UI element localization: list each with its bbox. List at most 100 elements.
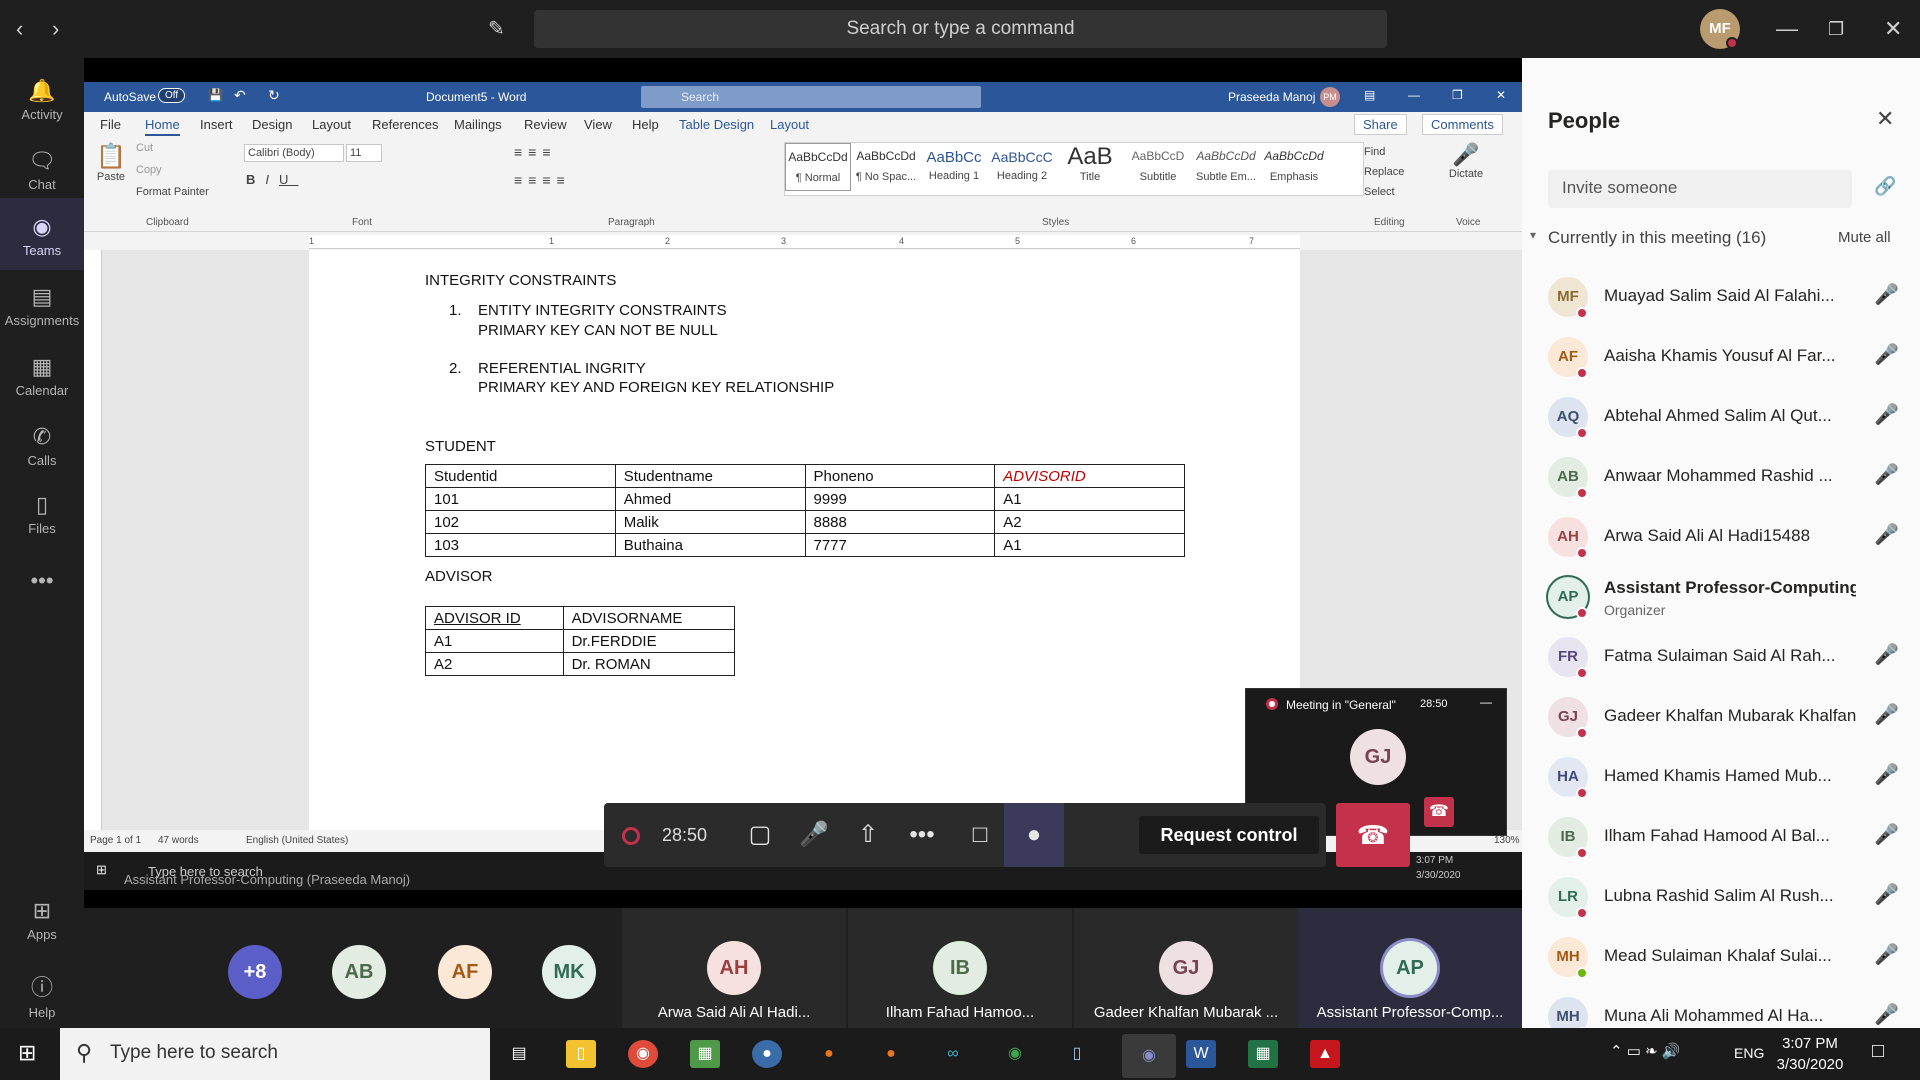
rail-calendar[interactable]: ▦ Calendar [0, 348, 84, 410]
tab-table-layout[interactable]: Layout [770, 117, 809, 132]
rail-teams[interactable]: ◉ Teams [0, 198, 84, 270]
acrobat-icon[interactable]: ▲ [1310, 1040, 1340, 1068]
participant-row[interactable]: IB Ilham Fahad Hamood Al Bal... 🎤 [1522, 810, 1920, 870]
align-buttons[interactable]: ≡≡≡≡ [514, 172, 571, 188]
comments-button[interactable]: Comments [1422, 114, 1503, 135]
undo-icon[interactable]: ↶ [234, 87, 246, 104]
style-heading-2[interactable]: AaBbCcC Heading 2 [989, 143, 1055, 191]
rail-assignments[interactable]: ▤ Assignments [0, 278, 84, 340]
mic-muted-icon[interactable]: 🎤 [1874, 462, 1899, 487]
tab-home[interactable]: Home [145, 117, 180, 136]
participant-row[interactable]: AB Anwaar Mohammed Rashid ... 🎤 [1522, 450, 1920, 510]
format-painter-button[interactable]: Format Painter [136, 186, 209, 198]
app-icon[interactable]: ▯ [1062, 1040, 1092, 1068]
autosave-toggle[interactable]: Off [158, 88, 186, 103]
advisor-table[interactable]: ADVISOR ID ADVISORNAME A1 Dr.FERDDIE A2 … [425, 606, 736, 676]
share-screen-icon[interactable]: ⇧ [838, 803, 898, 867]
collapse-chevron-icon[interactable]: ▾ [1530, 228, 1536, 242]
share-button[interactable]: Share [1354, 114, 1407, 135]
chat-toggle-icon[interactable]: □ [950, 803, 1010, 867]
mic-muted-icon[interactable]: 🎤 [1874, 882, 1899, 907]
tab-review[interactable]: Review [524, 117, 567, 132]
participant-row[interactable]: AP Assistant Professor-Computing ... Organ… [1522, 570, 1920, 630]
command-search-box[interactable]: Search or type a command [534, 10, 1387, 48]
compose-icon[interactable]: ✎ [488, 0, 505, 58]
style-emphasis[interactable]: AaBbCcDd Emphasis [1261, 143, 1327, 191]
mic-muted-icon[interactable]: 🎤 [1874, 702, 1899, 727]
word-maximize-icon[interactable]: ❐ [1452, 88, 1463, 102]
hang-up-button[interactable]: ☎ [1336, 803, 1410, 867]
select-button[interactable]: Select [1364, 186, 1395, 198]
app-icon[interactable]: ● [752, 1040, 782, 1068]
rail-apps[interactable]: ⊞ Apps [0, 898, 84, 960]
more-actions-icon[interactable]: ••• [892, 803, 952, 867]
style-no-spacing[interactable]: AaBbCcDd ¶ No Spac... [853, 143, 919, 191]
mic-muted-icon[interactable]: 🎤 [1874, 642, 1899, 667]
replace-button[interactable]: Replace [1364, 166, 1404, 178]
participant-row[interactable]: AH Arwa Said Ali Al Hadi15488 🎤 [1522, 510, 1920, 570]
language[interactable]: English (United States) [246, 835, 348, 846]
rail-activity[interactable]: 🔔 Activity [0, 68, 84, 130]
participant-row[interactable]: HA Hamed Khamis Hamed Mub... 🎤 [1522, 750, 1920, 810]
font-name-select[interactable]: Calibri (Body) [244, 144, 344, 162]
style-subtitle[interactable]: AaBbCcD Subtitle [1125, 143, 1191, 191]
document-page[interactable]: INTEGRITY CONSTRAINTS 1. ENTITY INTEGRIT… [309, 250, 1300, 850]
rail-files[interactable]: ▯ Files [0, 486, 84, 548]
participant-row[interactable]: AQ Abtehal Ahmed Salim Al Qut... 🎤 [1522, 390, 1920, 450]
style-normal[interactable]: AaBbCcDd ¶ Normal [785, 143, 851, 191]
request-control-button[interactable]: Request control [1139, 816, 1319, 854]
word-close-icon[interactable]: ✕ [1496, 88, 1506, 102]
participant-row[interactable]: FR Fatma Sulaiman Said Al Rah... 🎤 [1522, 630, 1920, 690]
participant-row[interactable]: GJ Gadeer Khalfan Mubarak Khalfan ... 🎤 [1522, 690, 1920, 750]
rail-chat[interactable]: 🗨 Chat [0, 138, 84, 200]
style-title[interactable]: AaB Title [1057, 143, 1123, 191]
list-buttons[interactable]: ≡≡≡ [514, 144, 557, 160]
tab-view[interactable]: View [584, 117, 612, 132]
tab-insert[interactable]: Insert [200, 117, 233, 132]
app-icon[interactable]: ∞ [938, 1040, 968, 1068]
app-icon[interactable]: ● [876, 1040, 906, 1068]
zoom-level[interactable]: 130% [1494, 835, 1520, 846]
mic-muted-icon[interactable]: 🎤 [1874, 282, 1899, 307]
app-icon[interactable]: ▦ [1248, 1040, 1278, 1068]
redo-icon[interactable]: ↻ [268, 87, 280, 104]
tab-file[interactable]: File [100, 117, 121, 132]
mic-muted-icon[interactable]: 🎤 [1874, 1002, 1899, 1027]
participants-icon[interactable]: ● [1004, 803, 1064, 867]
back-arrow-icon[interactable]: ‹ [16, 0, 23, 58]
student-table[interactable]: Studentid Studentname Phoneno ADVISORID … [425, 464, 1185, 557]
participant-row[interactable]: MF Muayad Salim Said Al Falahi... 🎤 [1522, 270, 1920, 330]
participant-tile[interactable]: GJ Gadeer Khalfan Mubarak ... [1074, 908, 1298, 1028]
tab-layout[interactable]: Layout [312, 117, 351, 132]
forward-arrow-icon[interactable]: › [52, 0, 59, 58]
paste-button[interactable]: 📋 Paste [94, 142, 128, 192]
participant-tile[interactable]: AH Arwa Said Ali Al Hadi... [622, 908, 846, 1028]
participant-row[interactable]: LR Lubna Rashid Salim Al Rush... 🎤 [1522, 870, 1920, 930]
close-panel-icon[interactable]: ✕ [1876, 106, 1894, 132]
overflow-participants[interactable]: +8 [228, 945, 282, 999]
meeting-section-header[interactable]: Currently in this meeting (16) [1548, 228, 1766, 248]
tab-mailings[interactable]: Mailings [454, 117, 502, 132]
app-icon[interactable]: ▦ [690, 1040, 720, 1068]
participant-row[interactable]: MH Mead Sulaiman Khalaf Sulai... 🎤 [1522, 930, 1920, 990]
word-taskbar-icon[interactable]: W [1186, 1040, 1216, 1068]
rail-help[interactable]: ⓘ Help [0, 970, 84, 1032]
restore-icon[interactable]: ❐ [1828, 0, 1844, 58]
app-icon[interactable]: ● [814, 1040, 844, 1068]
style-subtle-emphasis[interactable]: AaBbCcDd Subtle Em... [1193, 143, 1259, 191]
mini-hangup-icon[interactable]: ☎ [1424, 797, 1454, 827]
close-window-icon[interactable]: ✕ [1884, 0, 1902, 58]
mic-off-icon[interactable]: 🎤 [784, 803, 844, 867]
tab-design[interactable]: Design [252, 117, 292, 132]
font-format-buttons[interactable]: BIU [246, 172, 298, 187]
mic-muted-icon[interactable]: 🎤 [1874, 762, 1899, 787]
share-invite-icon[interactable]: 🔗 [1874, 176, 1896, 197]
mic-muted-icon[interactable]: 🎤 [1874, 522, 1899, 547]
mic-muted-icon[interactable]: 🎤 [1874, 822, 1899, 847]
participant-tile[interactable]: IB Ilham Fahad Hamoo... [848, 908, 1072, 1028]
word-search-box[interactable]: Search [641, 86, 981, 108]
participant-tile[interactable]: AP Assistant Professor-Comp... [1298, 908, 1522, 1028]
windows-start-icon[interactable]: ⊞ [18, 1040, 36, 1066]
invite-input[interactable]: Invite someone [1548, 170, 1852, 208]
mute-all-button[interactable]: Mute all [1838, 229, 1891, 246]
